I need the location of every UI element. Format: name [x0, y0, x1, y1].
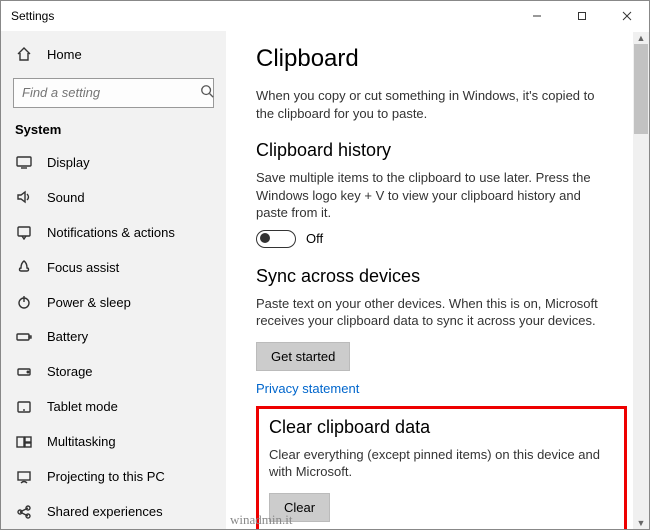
sidebar-item-projecting[interactable]: Projecting to this PC: [1, 459, 226, 494]
sidebar-item-label: Projecting to this PC: [47, 469, 165, 484]
page-title: Clipboard: [256, 45, 627, 73]
sidebar-item-label: Storage: [47, 364, 93, 379]
search-input[interactable]: [22, 85, 200, 100]
highlight-box: Clear clipboard data Clear everything (e…: [256, 406, 627, 529]
history-toggle-label: Off: [306, 231, 323, 246]
sidebar-item-label: Notifications & actions: [47, 225, 175, 240]
sidebar-item-label: Battery: [47, 329, 88, 344]
storage-icon: [15, 364, 33, 380]
sidebar-item-label: Shared experiences: [47, 504, 163, 519]
power-icon: [15, 294, 33, 310]
sound-icon: [15, 189, 33, 205]
projecting-icon: [15, 469, 33, 485]
search-wrap: [1, 72, 226, 118]
clear-text: Clear everything (except pinned items) o…: [269, 446, 614, 481]
sidebar-item-sound[interactable]: Sound: [1, 180, 226, 215]
multitasking-icon: [15, 434, 33, 450]
history-toggle-row: Off: [256, 230, 627, 248]
scroll-up-icon[interactable]: ▲: [633, 32, 649, 44]
sidebar-item-multitasking[interactable]: Multitasking: [1, 424, 226, 459]
settings-window: Settings Home System Display: [0, 0, 650, 530]
clear-heading: Clear clipboard data: [269, 417, 614, 438]
sidebar-item-battery[interactable]: Battery: [1, 320, 226, 355]
sidebar-item-display[interactable]: Display: [1, 145, 226, 180]
history-text: Save multiple items to the clipboard to …: [256, 169, 616, 222]
sidebar: Home System Display Sound Notifications …: [1, 31, 226, 529]
sync-heading: Sync across devices: [256, 266, 627, 287]
content-pane: Clipboard When you copy or cut something…: [226, 31, 649, 529]
watermark: winadmin.it: [230, 512, 292, 528]
intro-text: When you copy or cut something in Window…: [256, 87, 616, 122]
close-button[interactable]: [604, 1, 649, 31]
sidebar-item-focus-assist[interactable]: Focus assist: [1, 250, 226, 285]
privacy-link[interactable]: Privacy statement: [256, 381, 359, 396]
scroll-thumb[interactable]: [634, 44, 648, 134]
scrollbar[interactable]: ▲ ▼: [633, 32, 649, 529]
sidebar-category: System: [1, 118, 226, 145]
home-icon: [15, 46, 33, 62]
maximize-button[interactable]: [559, 1, 604, 31]
sidebar-item-shared-experiences[interactable]: Shared experiences: [1, 494, 226, 529]
sidebar-item-storage[interactable]: Storage: [1, 354, 226, 389]
sync-text: Paste text on your other devices. When t…: [256, 295, 616, 330]
search-box[interactable]: [13, 78, 214, 108]
notifications-icon: [15, 224, 33, 240]
sidebar-item-label: Sound: [47, 190, 85, 205]
minimize-button[interactable]: [514, 1, 559, 31]
sidebar-home[interactable]: Home: [1, 37, 226, 72]
sidebar-item-label: Multitasking: [47, 434, 116, 449]
sidebar-item-notifications[interactable]: Notifications & actions: [1, 215, 226, 250]
display-icon: [15, 154, 33, 170]
focus-assist-icon: [15, 259, 33, 275]
sidebar-item-label: Display: [47, 155, 90, 170]
tablet-icon: [15, 399, 33, 415]
window-title: Settings: [11, 9, 514, 23]
body: Home System Display Sound Notifications …: [1, 31, 649, 529]
shared-experiences-icon: [15, 504, 33, 520]
search-icon: [200, 84, 214, 101]
toggle-knob: [260, 233, 270, 243]
sidebar-item-label: Tablet mode: [47, 399, 118, 414]
sidebar-item-label: Power & sleep: [47, 295, 131, 310]
sidebar-home-label: Home: [47, 47, 82, 62]
sidebar-item-tablet-mode[interactable]: Tablet mode: [1, 389, 226, 424]
sidebar-item-label: Focus assist: [47, 260, 119, 275]
history-toggle[interactable]: [256, 230, 296, 248]
titlebar: Settings: [1, 1, 649, 31]
sidebar-item-power-sleep[interactable]: Power & sleep: [1, 285, 226, 320]
window-controls: [514, 1, 649, 31]
scroll-down-icon[interactable]: ▼: [633, 517, 649, 529]
battery-icon: [15, 329, 33, 345]
history-heading: Clipboard history: [256, 140, 627, 161]
get-started-button[interactable]: Get started: [256, 342, 350, 371]
